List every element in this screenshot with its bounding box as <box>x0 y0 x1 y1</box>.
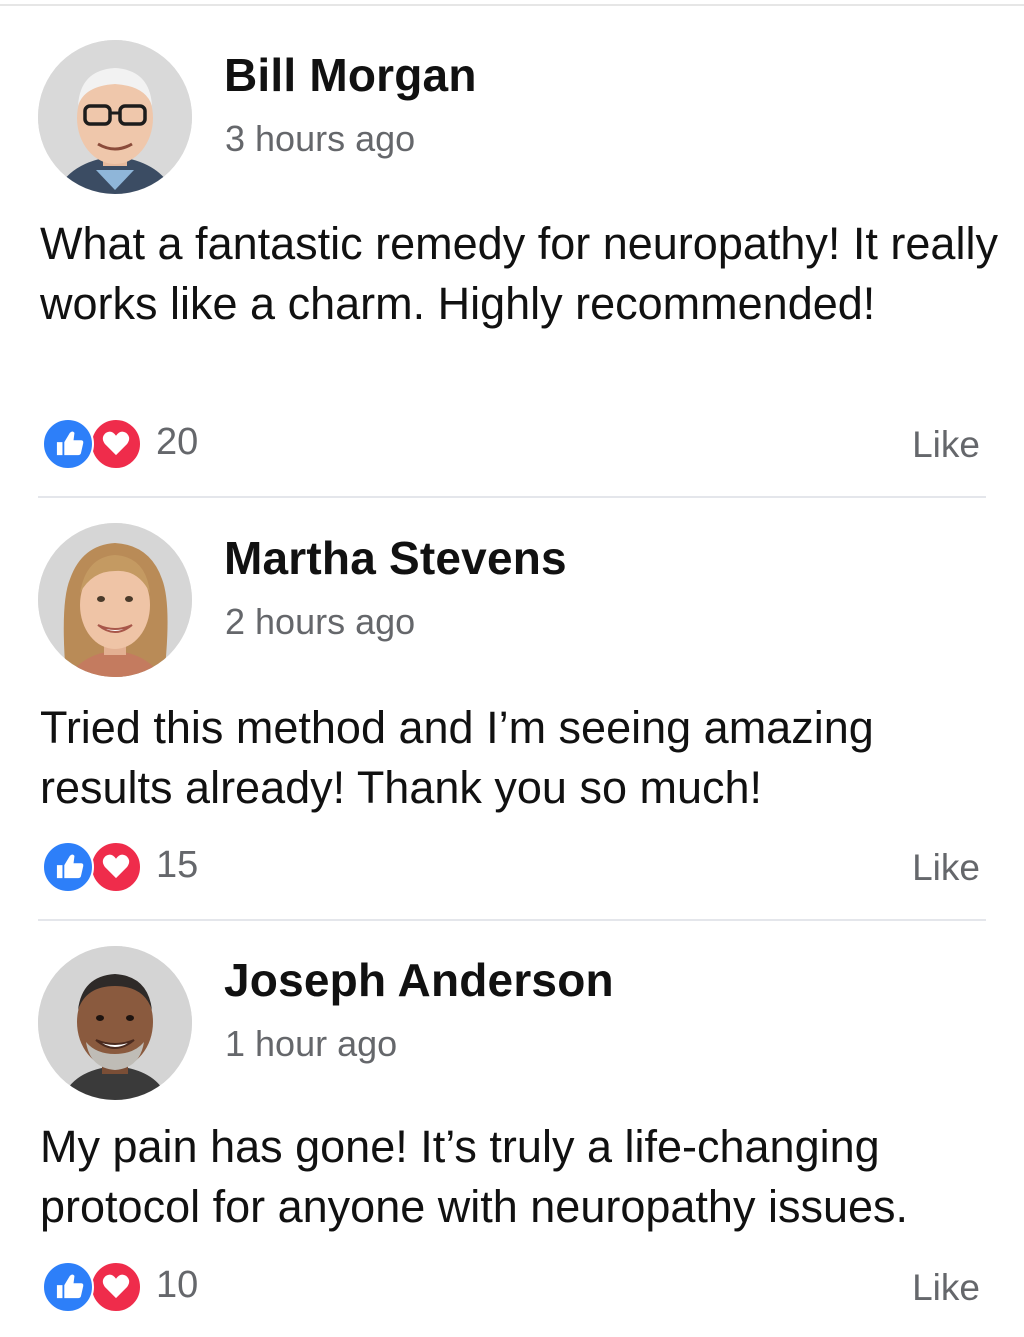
comment-timestamp[interactable]: 3 hours ago <box>225 118 415 160</box>
comment-divider <box>38 496 986 498</box>
like-button[interactable]: Like <box>912 424 980 466</box>
commenter-name[interactable]: Bill Morgan <box>224 48 477 102</box>
comment-text: Tried this method and I’m seeing amazing… <box>40 702 874 813</box>
reaction-count: 20 <box>156 421 199 463</box>
commenter-name[interactable]: Martha Stevens <box>224 531 567 585</box>
top-divider <box>0 4 1024 6</box>
heart-icon <box>90 1261 142 1313</box>
heart-icon <box>90 418 142 470</box>
thumbs-up-icon <box>42 841 94 893</box>
avatar-martha-stevens[interactable] <box>38 523 192 677</box>
comment-timestamp[interactable]: 1 hour ago <box>225 1023 397 1065</box>
comment-timestamp[interactable]: 2 hours ago <box>225 601 415 643</box>
comment-divider <box>38 919 986 921</box>
comment-text: What a fantastic remedy for neuropathy! … <box>40 218 998 329</box>
avatar-joseph-anderson[interactable] <box>38 946 192 1100</box>
like-button[interactable]: Like <box>912 1267 980 1309</box>
comment-text: My pain has gone! It’s truly a life-chan… <box>40 1121 909 1232</box>
thumbs-up-icon <box>42 418 94 470</box>
reaction-count: 10 <box>156 1264 199 1306</box>
reaction-count: 15 <box>156 844 199 886</box>
like-button[interactable]: Like <box>912 847 980 889</box>
avatar-bill-morgan[interactable] <box>38 40 192 194</box>
commenter-name[interactable]: Joseph Anderson <box>224 953 614 1007</box>
thumbs-up-icon <box>42 1261 94 1313</box>
heart-icon <box>90 841 142 893</box>
